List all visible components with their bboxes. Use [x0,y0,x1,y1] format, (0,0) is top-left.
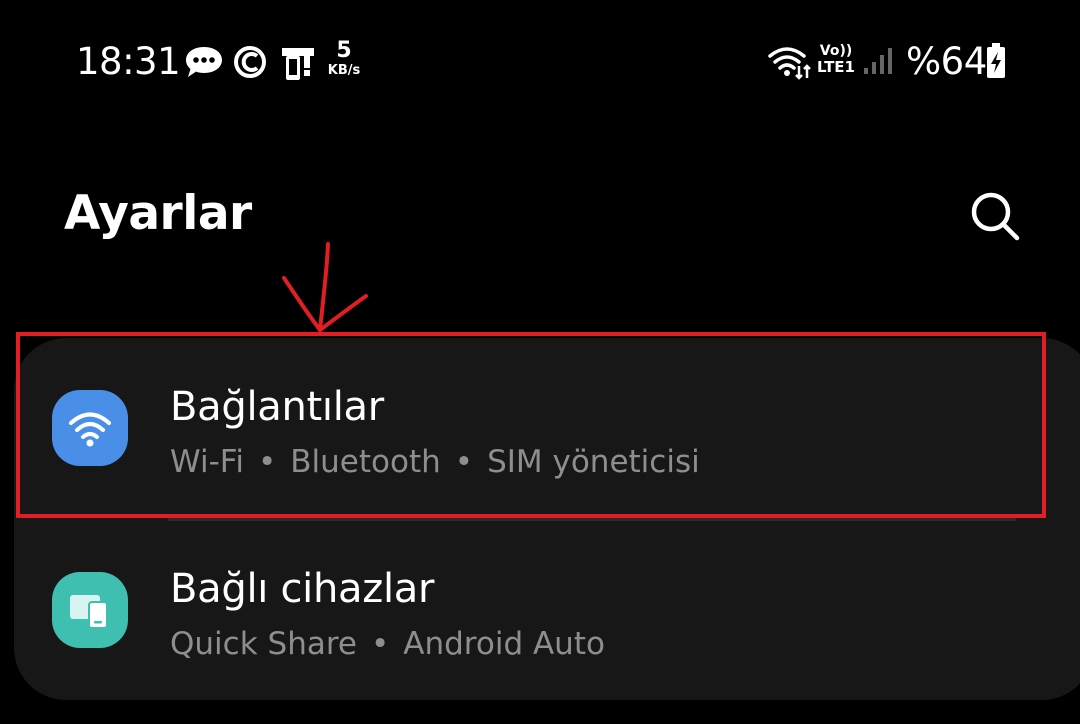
search-button[interactable] [964,186,1024,246]
connected-devices-icon [52,572,128,648]
annotation-arrow [282,242,368,332]
message-icon [186,47,222,77]
settings-item-subtitle: Quick Share • Android Auto [170,626,605,662]
wifi-status-icon [768,47,811,80]
page-title: Ayarlar [64,186,252,241]
network-speed: 5 KB/s [323,38,365,78]
search-icon [971,192,1020,241]
media-device-icon [282,48,314,80]
subtitle-part: Quick Share [170,626,357,662]
separator-dot: • [370,626,390,662]
status-time: 18:31 [76,40,181,83]
lte-label: LTE1 [817,58,855,76]
signal-icon [864,48,892,74]
annotation-highlight-box [16,332,1046,518]
settings-item-connected-devices[interactable]: Bağlı cihazlar Quick Share • Android Auto [14,520,1080,700]
settings-item-title: Bağlı cihazlar [170,566,435,612]
volte-indicator: Vo)) LTE1 [814,44,858,75]
copyright-icon [234,46,266,78]
volte-label: Vo)) [819,43,853,59]
settings-screen: 18:31 5 KB/s Vo)) LTE1 %64 Ayarlar Bağla… [0,0,1080,724]
subtitle-part: Android Auto [403,626,605,662]
network-speed-value: 5 [336,38,352,63]
battery-percent: %64 [906,40,987,83]
battery-charging-icon [987,43,1005,78]
network-speed-unit: KB/s [327,63,361,78]
